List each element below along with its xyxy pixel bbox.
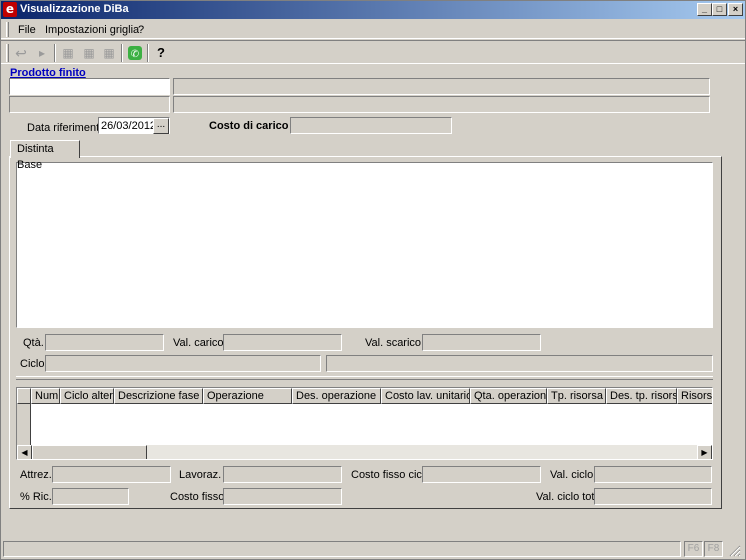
costo-fisso-ciclo-field[interactable]: [422, 466, 541, 483]
grid-corner: [17, 388, 31, 404]
resize-grip-icon[interactable]: [727, 543, 741, 557]
maximize-button[interactable]: □: [712, 3, 727, 16]
attrez-field[interactable]: [52, 466, 171, 483]
grid-column-header[interactable]: Qta. operazione: [470, 388, 547, 404]
status-f8: F8: [704, 541, 723, 557]
lavoraz-label: Lavoraz.: [179, 469, 222, 481]
val-scarico-field[interactable]: [422, 334, 541, 351]
grid-header: Num. Ciclo altern. Descrizione fase Oper…: [17, 388, 712, 404]
grid-delete-icon[interactable]: ▦: [99, 44, 119, 62]
ric-field[interactable]: [52, 488, 129, 505]
qta-field[interactable]: [45, 334, 164, 351]
grid-column-header[interactable]: Num.: [31, 388, 60, 404]
ciclo-code-field[interactable]: [45, 355, 321, 372]
grid-row-header: [17, 404, 31, 446]
window-title: Visualizzazione DiBa: [20, 3, 129, 15]
distinta-tree[interactable]: [16, 162, 713, 328]
operations-grid[interactable]: Num. Ciclo altern. Descrizione fase Oper…: [16, 387, 713, 460]
data-riferimento-label: Data riferimento: [27, 122, 106, 134]
grid-column-header[interactable]: Ciclo altern.: [60, 388, 114, 404]
toolbar-separator: [121, 44, 123, 62]
main-window: e Visualizzazione DiBa _ □ × File Impost…: [0, 0, 746, 560]
menu-help[interactable]: ?: [138, 24, 144, 36]
date-picker-button[interactable]: ...: [153, 118, 169, 134]
menu-bar: File Impostazioni griglia ?: [1, 20, 745, 39]
prodotto-code-field[interactable]: [9, 78, 170, 95]
ciclo-description-field[interactable]: [326, 355, 713, 372]
minimize-button[interactable]: _: [697, 3, 712, 16]
costo-carico-field[interactable]: [290, 117, 452, 134]
val-ciclo-label: Val. ciclo: [550, 469, 594, 481]
costo-fisso-field[interactable]: [223, 488, 342, 505]
status-message-panel: [3, 541, 681, 557]
ric-label: % Ric.: [20, 491, 52, 503]
val-carico-field[interactable]: [223, 334, 342, 351]
toolbar-grip[interactable]: [6, 44, 9, 62]
grid-column-header[interactable]: Tp. risorsa: [547, 388, 606, 404]
grid-add-icon[interactable]: ▦: [58, 44, 78, 62]
grid-column-header[interactable]: Des. operazione: [292, 388, 381, 404]
app-logo-icon: e: [3, 2, 17, 17]
status-bar: F6 F8: [1, 539, 745, 559]
forward-icon[interactable]: ▸: [32, 44, 52, 62]
undo-icon[interactable]: ↩: [11, 44, 31, 62]
toolbar-separator: [147, 44, 149, 62]
menu-file[interactable]: File: [18, 24, 36, 36]
status-f6: F6: [684, 541, 703, 557]
costo-fisso-ciclo-label: Costo fisso ciclo: [351, 469, 431, 481]
help-icon[interactable]: ?: [151, 44, 171, 62]
title-bar[interactable]: e Visualizzazione DiBa _ □ ×: [1, 1, 745, 19]
grid-horizontal-scrollbar[interactable]: ◀ ▶: [17, 445, 712, 459]
val-ciclo-field[interactable]: [594, 466, 712, 483]
grid-column-header[interactable]: Operazione: [203, 388, 292, 404]
toolbar-separator: [54, 44, 56, 62]
grid-column-header[interactable]: Costo lav. unitario: [381, 388, 470, 404]
toolbar: ↩ ▸ ▦ ▦ ▦ ✆ ?: [1, 40, 745, 64]
prodotto-description-field[interactable]: [173, 78, 710, 95]
scroll-right-icon[interactable]: ▶: [697, 445, 712, 459]
tab-distinta-base[interactable]: Distinta Base: [10, 140, 80, 171]
val-ciclo-tot-field[interactable]: [594, 488, 712, 505]
qta-label: Qtà.: [23, 337, 44, 349]
costo-fisso-label: Costo fisso: [170, 491, 225, 503]
prodotto-extra-field-1[interactable]: [9, 96, 170, 113]
phone-icon[interactable]: ✆: [125, 44, 145, 62]
lavoraz-field[interactable]: [223, 466, 342, 483]
attrez-label: Attrez.: [20, 469, 52, 481]
phone-glyph: ✆: [131, 49, 139, 60]
menu-impostazioni-griglia[interactable]: Impostazioni griglia: [45, 24, 139, 36]
menu-grip[interactable]: [6, 22, 9, 37]
grid-icon[interactable]: ▦: [79, 44, 99, 62]
val-scarico-label: Val. scarico: [365, 337, 422, 349]
prodotto-extra-field-2[interactable]: [173, 96, 710, 113]
grid-column-header[interactable]: Des. tp. risorsa: [606, 388, 677, 404]
val-ciclo-tot-label: Val. ciclo tot.: [536, 491, 598, 503]
ciclo-label: Ciclo: [20, 358, 45, 370]
splitter[interactable]: [16, 376, 713, 380]
close-button[interactable]: ×: [728, 3, 743, 16]
val-carico-label: Val. carico: [173, 337, 224, 349]
scroll-left-icon[interactable]: ◀: [17, 445, 32, 459]
grid-column-header[interactable]: Risorsa: [677, 388, 712, 404]
costo-carico-label: Costo di carico: [209, 120, 289, 132]
grid-column-header[interactable]: Descrizione fase: [114, 388, 203, 404]
scroll-thumb[interactable]: [32, 445, 147, 459]
